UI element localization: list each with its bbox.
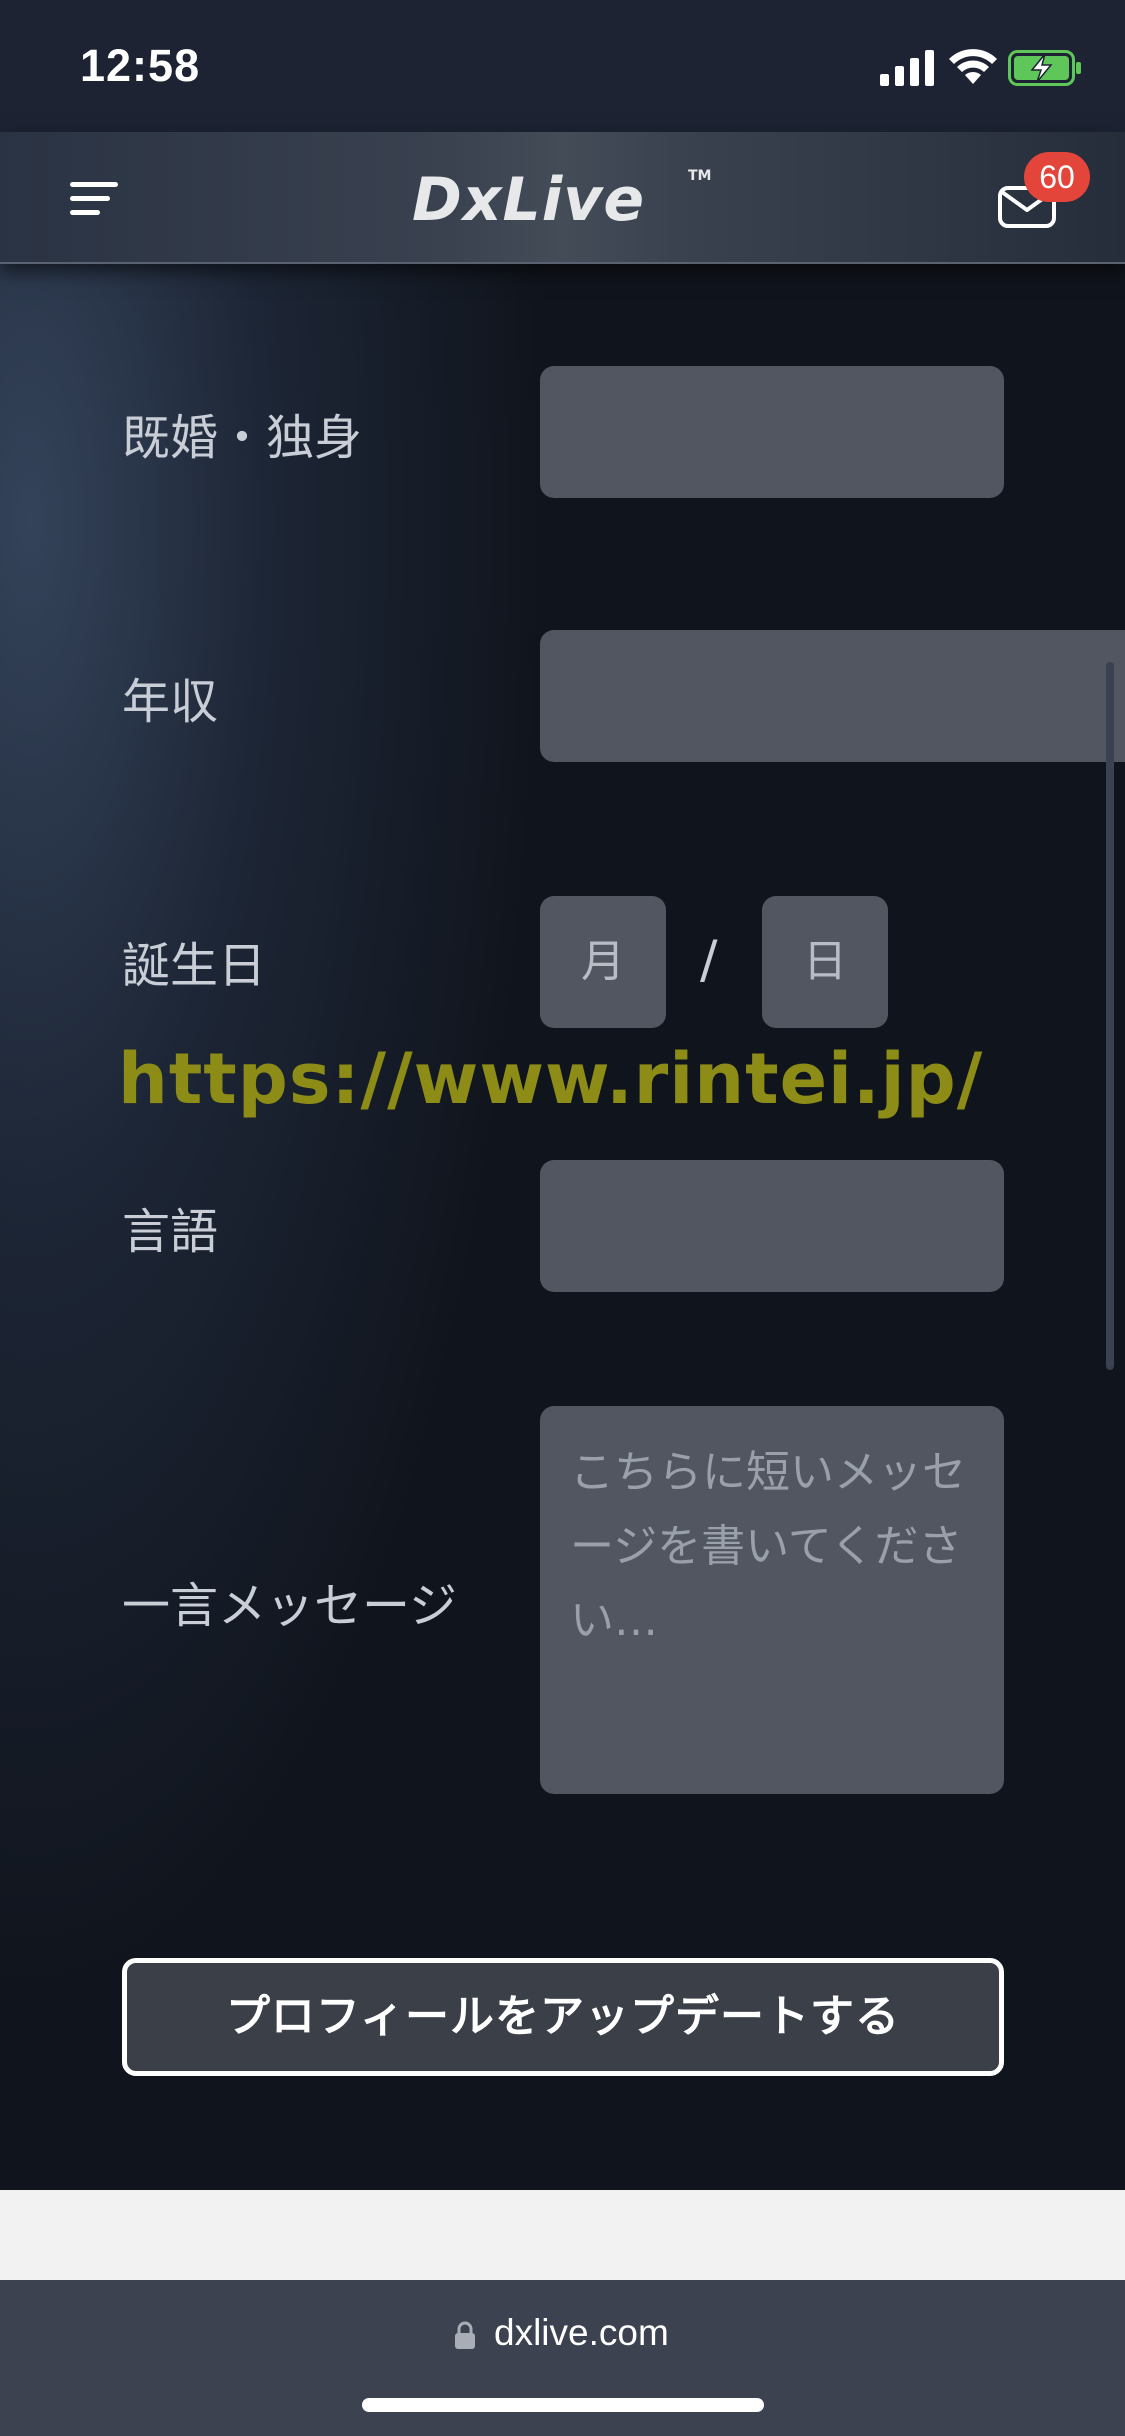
- marital-status-label: 既婚・独身: [122, 410, 363, 466]
- message-label: 一言メッセージ: [122, 1578, 458, 1634]
- birthday-separator: /: [700, 930, 718, 990]
- status-bar: 12:58: [0, 0, 1125, 132]
- marital-status-select[interactable]: [540, 366, 1004, 498]
- browser-url-bar[interactable]: [0, 2280, 1125, 2436]
- birthday-label: 誕生日: [122, 938, 267, 994]
- cellular-signal-icon: [880, 50, 934, 86]
- logo-text: DxLive: [412, 165, 646, 235]
- birthday-month-select[interactable]: 月: [540, 896, 666, 1028]
- dxlive-logo[interactable]: DxLive TM: [412, 160, 722, 240]
- mail-unread-badge: 60: [1024, 152, 1090, 202]
- hamburger-menu-icon[interactable]: [70, 178, 120, 218]
- update-profile-button[interactable]: プロフィールをアップデートする: [122, 1958, 1004, 2076]
- language-label: 言語: [122, 1204, 219, 1260]
- language-select[interactable]: [540, 1160, 1004, 1292]
- scrollbar[interactable]: [1106, 662, 1114, 1370]
- lock-icon: [455, 2321, 475, 2349]
- screen: 12:58 DxLive TM 60 既婚・独身 年収 誕生日 月 / 日 ht…: [0, 0, 1125, 2436]
- message-textarea[interactable]: [540, 1406, 1004, 1794]
- watermark-url: https://www.rintei.jp/: [118, 1038, 984, 1120]
- annual-income-label: 年収: [122, 674, 219, 730]
- status-time: 12:58: [80, 40, 201, 91]
- logo-trademark: TM: [688, 168, 712, 184]
- birthday-day-select[interactable]: 日: [762, 896, 888, 1028]
- page-footer-strip: [0, 2190, 1125, 2280]
- browser-url-text[interactable]: dxlive.com: [494, 2312, 669, 2354]
- battery-charging-icon: [1008, 50, 1081, 86]
- home-indicator[interactable]: [362, 2398, 764, 2412]
- app-header: DxLive TM: [0, 132, 1125, 264]
- wifi-icon: [949, 49, 997, 84]
- annual-income-select[interactable]: [540, 630, 1125, 762]
